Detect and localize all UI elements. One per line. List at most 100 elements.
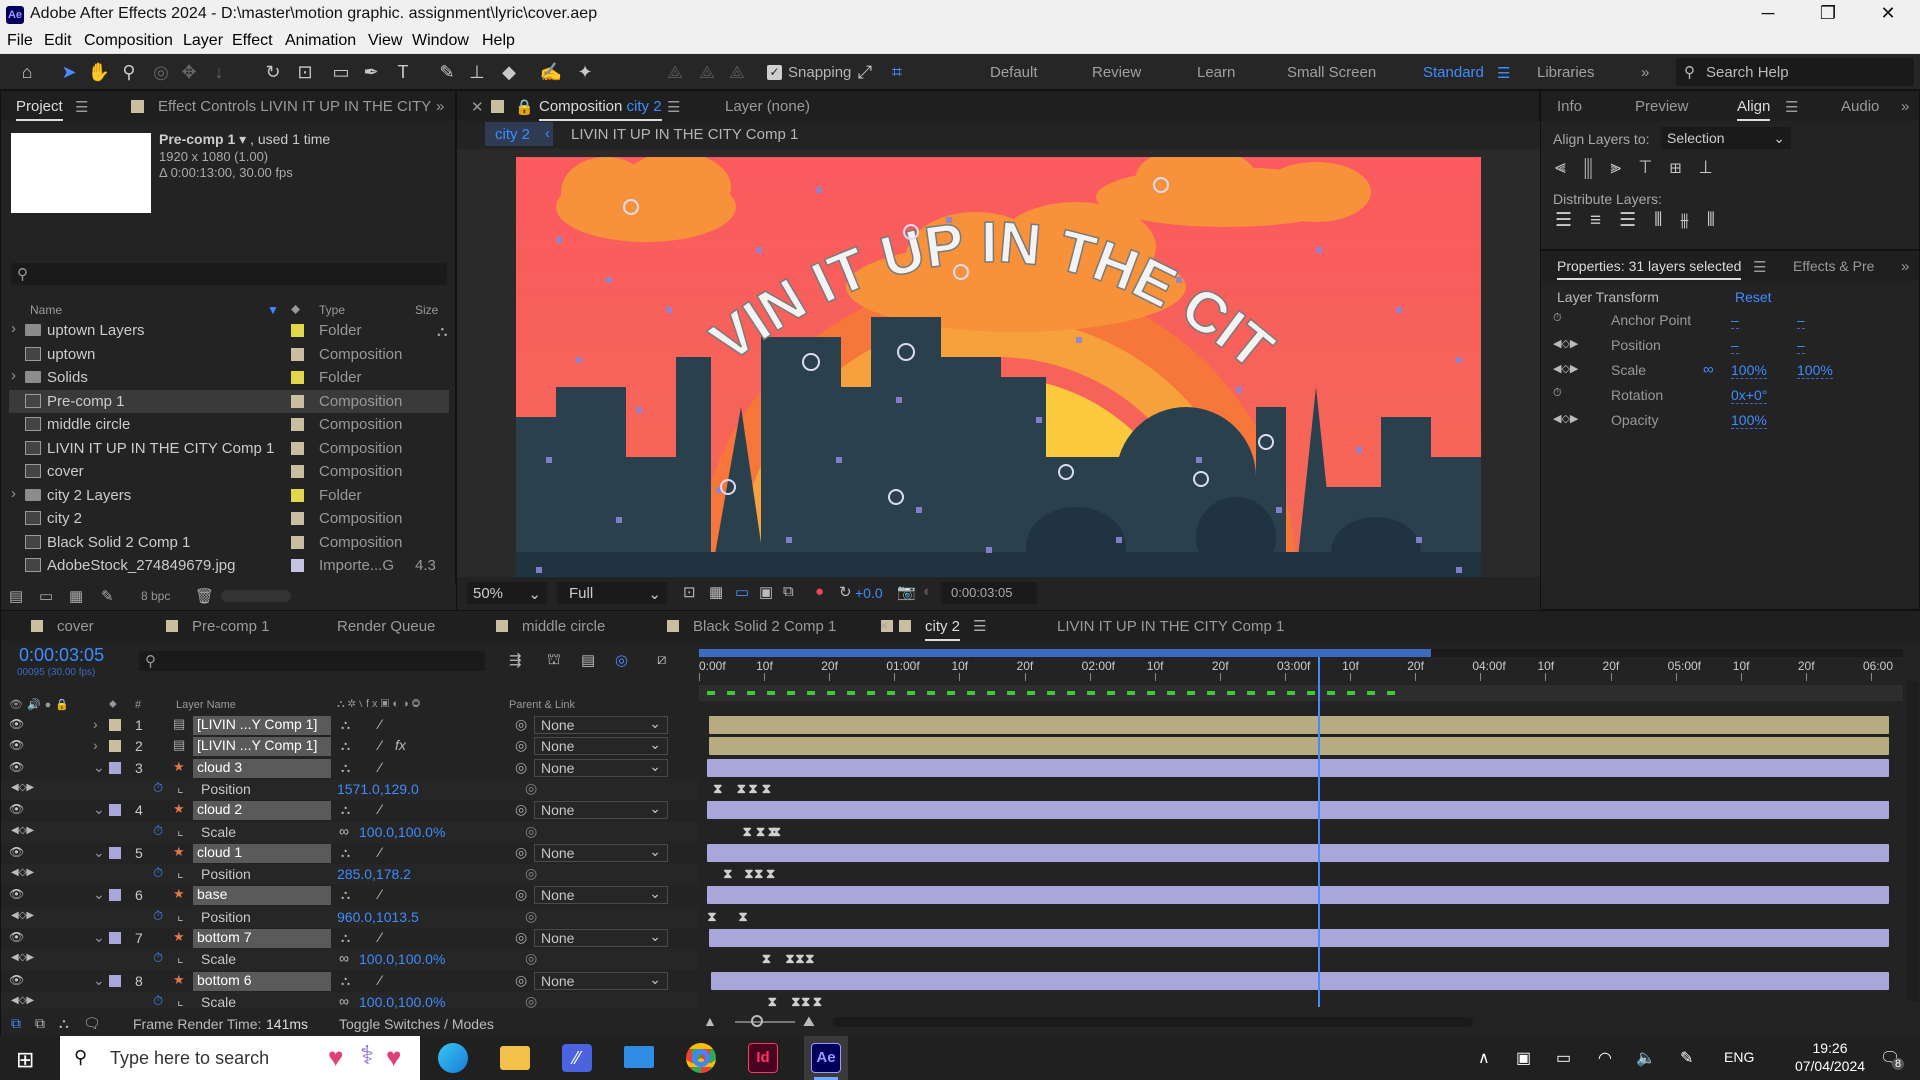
- expression-pick-whip-icon[interactable]: ◎: [525, 865, 537, 882]
- project-item[interactable]: middle circle Composition: [9, 413, 449, 436]
- align-hcenter-icon[interactable]: ⫼: [1584, 157, 1611, 178]
- workspace-standard[interactable]: Standard: [1423, 64, 1484, 81]
- label-color-swatch[interactable]: [291, 441, 304, 455]
- show-hidden-icons[interactable]: ∧: [1478, 1048, 1490, 1068]
- parent-dropdown[interactable]: None ⌄: [534, 928, 668, 947]
- keyframe-marker[interactable]: ⧗: [791, 995, 801, 1008]
- expand-chevron-icon[interactable]: ⌄: [93, 801, 105, 818]
- visibility-eye-icon[interactable]: 👁: [9, 973, 24, 987]
- language-indicator[interactable]: ENG: [1724, 1049, 1754, 1065]
- keyframe-marker[interactable]: ⧗: [742, 825, 752, 838]
- layer-row[interactable]: 👁 ⌄ 4 ★ cloud 2 ⛬ ⁄ ◎ None ⌄: [1, 800, 701, 821]
- zoom-dropdown[interactable]: 50% ⌄: [467, 582, 547, 604]
- parent-dropdown[interactable]: None ⌄: [534, 715, 668, 734]
- expression-pick-whip-icon[interactable]: ◎: [525, 950, 537, 967]
- layer-label-swatch[interactable]: [109, 932, 121, 944]
- label-color-swatch[interactable]: [291, 512, 304, 525]
- effects-switch-icon[interactable]: fx: [395, 737, 406, 753]
- parent-dropdown[interactable]: None ⌄: [534, 800, 668, 820]
- keyframe-marker[interactable]: ⧗: [761, 782, 771, 795]
- comp-mini-flowchart-icon[interactable]: ⇶: [509, 651, 522, 669]
- guide-options-icon[interactable]: ▣: [759, 583, 773, 601]
- hand-tool-icon[interactable]: ✋: [86, 60, 112, 84]
- align-bottom-icon[interactable]: ⊥: [1700, 157, 1730, 178]
- workspace-default[interactable]: Default: [990, 64, 1038, 81]
- keyframe-marker[interactable]: ⧗: [707, 910, 717, 923]
- expand-chevron-icon[interactable]: ›: [11, 320, 16, 337]
- quality-switch-icon[interactable]: ⁄: [379, 972, 381, 988]
- shy-switch-icon[interactable]: ⛬: [341, 802, 350, 818]
- project-search-input[interactable]: ⚲: [11, 263, 447, 285]
- visibility-eye-icon[interactable]: 👁: [9, 930, 24, 944]
- roto-brush-tool-icon[interactable]: ✍: [538, 60, 564, 84]
- layer-duration-bar[interactable]: [707, 886, 1889, 905]
- tab-project[interactable]: Project: [16, 98, 63, 121]
- minimize-button[interactable]: ─: [1748, 3, 1788, 24]
- tab-composition[interactable]: Composition city 2: [539, 98, 662, 121]
- exposure-value[interactable]: +0.0: [855, 585, 883, 601]
- keyframe-marker[interactable]: ⧗: [756, 825, 766, 838]
- stopwatch-icon[interactable]: ⏱: [153, 780, 163, 796]
- windows-start-icon[interactable]: ⊞: [16, 1047, 34, 1073]
- tab-layer[interactable]: Layer (none): [725, 98, 810, 115]
- dropdown-arrow-icon[interactable]: ▾: [239, 131, 246, 147]
- zoom-out-icon[interactable]: ▲: [703, 1013, 717, 1029]
- layer-duration-bar[interactable]: [707, 801, 1889, 820]
- label-color-swatch[interactable]: [291, 535, 304, 549]
- timeline-tab[interactable]: cover: [57, 618, 94, 635]
- visibility-eye-icon[interactable]: 👁: [9, 717, 24, 731]
- toggle-switches-modes[interactable]: Toggle Switches / Modes: [339, 1016, 494, 1032]
- project-item[interactable]: city 2 Composition: [9, 507, 449, 530]
- tab-audio[interactable]: Audio: [1841, 98, 1879, 115]
- project-item[interactable]: › uptown Layers Folder: [9, 319, 449, 342]
- pick-whip-icon[interactable]: ◎: [515, 759, 527, 776]
- align-top-icon[interactable]: ⊤: [1639, 157, 1669, 178]
- align-left-icon[interactable]: ⫷: [1555, 157, 1584, 178]
- more-tabs-icon[interactable]: »: [1901, 258, 1909, 275]
- keyframe-navigator-icon[interactable]: ◀◇▶: [11, 995, 34, 1006]
- bit-depth[interactable]: 8 bpc: [141, 589, 170, 603]
- distribute-bottom-icon[interactable]: ☰: [1619, 210, 1654, 231]
- timeline-tab[interactable]: LIVIN IT UP IN THE CITY Comp 1: [1057, 618, 1284, 635]
- close-button[interactable]: ✕: [1868, 3, 1908, 24]
- timeline-tab[interactable]: Render Queue: [337, 618, 435, 635]
- pick-whip-icon[interactable]: ◎: [515, 972, 527, 989]
- zoom-in-icon[interactable]: ⛰: [803, 1013, 815, 1030]
- label-color-swatch[interactable]: [291, 559, 304, 572]
- project-item[interactable]: Black Solid 2 Comp 1 Composition: [9, 531, 449, 554]
- pick-whip-icon[interactable]: ◎: [515, 844, 527, 861]
- keyframe-marker[interactable]: ⧗: [812, 995, 822, 1008]
- timeline-scrollbar[interactable]: [1907, 681, 1919, 1001]
- menu-edit[interactable]: Edit: [44, 32, 72, 50]
- keyframe-marker[interactable]: ⧗: [723, 867, 733, 880]
- label-color-swatch[interactable]: [291, 488, 304, 502]
- quality-switch-icon[interactable]: ⁄: [379, 844, 381, 860]
- timeline-search-input[interactable]: ⚲: [139, 651, 485, 671]
- stopwatch-icon[interactable]: ⏱: [153, 993, 163, 1009]
- layer-duration-bar[interactable]: [708, 716, 1889, 734]
- work-area-bar[interactable]: [699, 649, 1431, 657]
- maximize-button[interactable]: ❐: [1808, 3, 1848, 24]
- thumbnail-size-slider[interactable]: [221, 590, 291, 602]
- snapping-checkbox[interactable]: ✓: [767, 65, 782, 80]
- clock-time[interactable]: 19:26: [1790, 1040, 1870, 1056]
- keyframe-marker[interactable]: ⧗: [736, 782, 746, 795]
- pick-whip-icon[interactable]: ◎: [515, 929, 527, 946]
- interpret-footage-icon[interactable]: ▤: [9, 587, 23, 605]
- delete-icon[interactable]: 🗑: [195, 587, 214, 605]
- constrain-proportions-icon[interactable]: ∞: [339, 950, 349, 966]
- tab-effect-controls[interactable]: Effect Controls LIVIN IT UP IN THE CITY: [158, 98, 431, 115]
- distribute-left-icon[interactable]: ⫴: [1654, 210, 1680, 231]
- label-color-swatch[interactable]: [291, 347, 304, 361]
- selection-tool-icon[interactable]: ➤: [56, 60, 82, 84]
- stopwatch-icon[interactable]: ⏱: [153, 908, 163, 924]
- quality-switch-icon[interactable]: ⁄: [379, 716, 381, 732]
- distribute-vcenter-icon[interactable]: ≡: [1590, 210, 1619, 231]
- timeline-tab[interactable]: Pre-comp 1: [192, 618, 270, 635]
- graph-editor-icon[interactable]: ⧄: [657, 651, 667, 668]
- region-of-interest-icon[interactable]: ⊡: [683, 583, 696, 601]
- reset-button[interactable]: Reset: [1735, 289, 1772, 305]
- edge-icon[interactable]: [438, 1043, 468, 1073]
- flowchart-icon[interactable]: ⛬: [437, 323, 448, 340]
- snapshot-icon[interactable]: 📷: [897, 583, 916, 601]
